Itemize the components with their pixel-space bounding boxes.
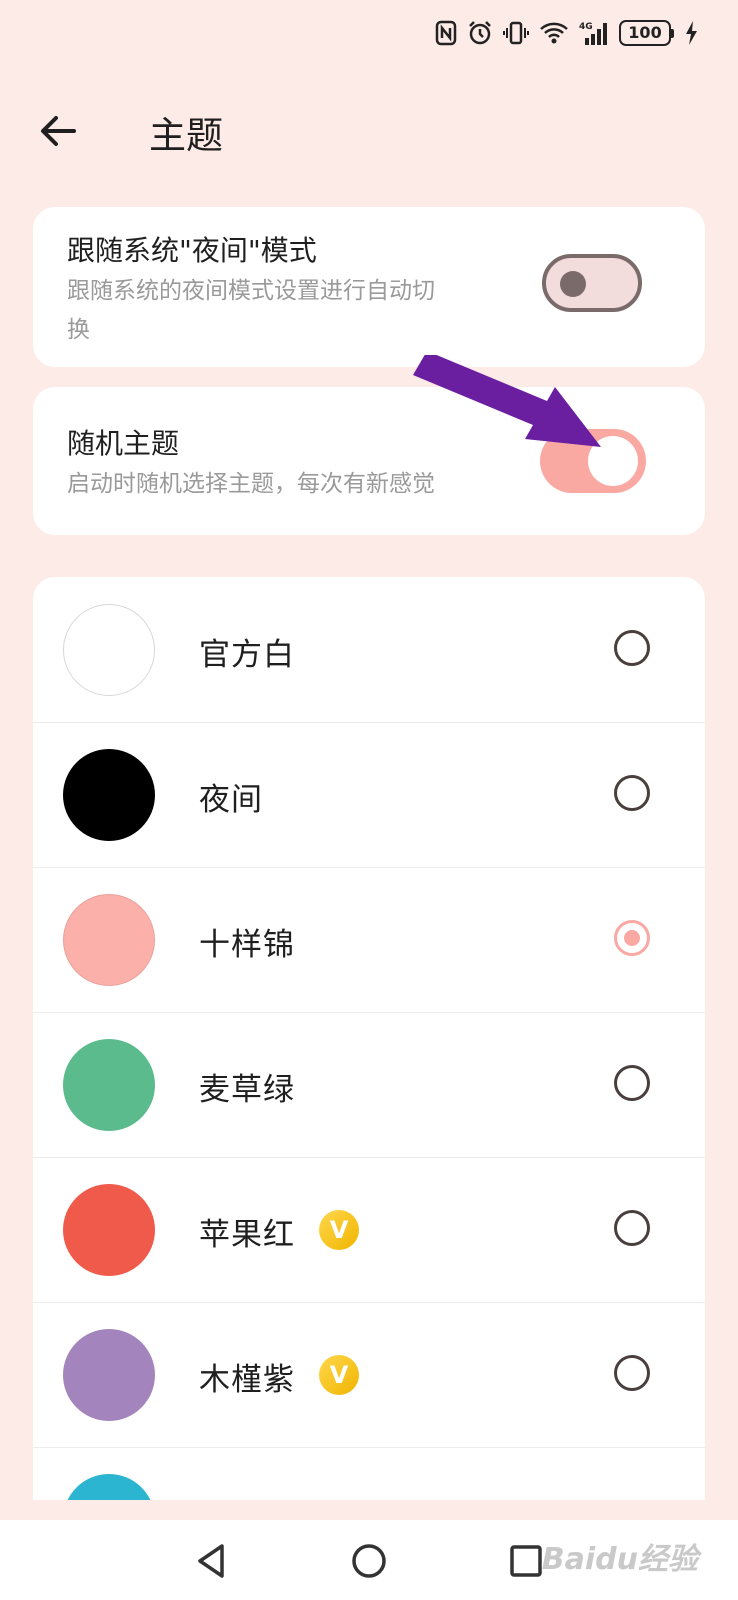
theme-row-wheat-green[interactable]: 麦草绿 [33,1012,705,1158]
theme-name: 苹果红 [199,1217,295,1253]
theme-list: 官方白 夜间 十样锦 麦草绿 苹果红 V 木槿紫 V [33,577,705,1500]
theme-row-hibiscus-purple[interactable]: 木槿紫 V [33,1302,705,1448]
theme-row-official-white[interactable]: 官方白 [33,577,705,723]
theme-row-apple-red[interactable]: 苹果红 V [33,1157,705,1303]
wifi-icon [539,21,569,45]
nfc-icon [435,20,457,46]
theme-row-brocade[interactable]: 十样锦 [33,867,705,1013]
theme-color-swatch [63,1184,155,1276]
battery-level: 100 [619,20,671,46]
theme-color-swatch [63,749,155,841]
setting-title: 跟随系统"夜间"模式 [67,234,317,267]
theme-color-swatch [63,604,155,696]
theme-name: 木槿紫 [199,1362,295,1398]
theme-row-cyan-partial[interactable] [33,1447,705,1500]
setting-description-line-1: 跟随系统的夜间模式设置进行自动切 [67,278,435,304]
svg-text:4G: 4G [579,22,593,32]
vip-badge-icon: V [319,1210,359,1250]
setting-follow-system-night-mode: 跟随系统"夜间"模式 跟随系统的夜间模式设置进行自动切 换 [33,207,705,367]
cellular-signal-icon: 4G [579,20,609,46]
back-button[interactable] [34,107,82,155]
theme-name: 麦草绿 [199,1072,295,1108]
page-title: 主题 [149,114,223,157]
app-header: 主题 [0,95,738,165]
alarm-icon [467,20,493,46]
nav-home-button[interactable] [346,1538,392,1584]
setting-title: 随机主题 [67,427,180,460]
theme-radio[interactable] [614,630,650,666]
charging-icon [684,20,698,46]
status-bar: 4G 100 [0,0,738,72]
nav-back-button[interactable] [190,1538,236,1584]
battery-indicator: 100 [619,20,674,46]
battery-tip [671,28,674,38]
status-icons: 4G 100 [435,20,698,46]
radio-dot [624,930,640,946]
theme-radio[interactable] [614,1210,650,1246]
theme-radio[interactable] [614,775,650,811]
theme-row-night[interactable]: 夜间 [33,722,705,868]
watermark: Baidu经验 [541,1542,698,1577]
setting-description: 启动时随机选择主题，每次有新感觉 [67,471,435,497]
theme-name: 官方白 [199,637,295,673]
theme-name: 十样锦 [199,927,295,963]
theme-radio[interactable] [614,1355,650,1391]
theme-color-swatch [63,1039,155,1131]
theme-radio[interactable] [614,1065,650,1101]
theme-color-swatch [63,894,155,986]
system-nav-bar: Baidu经验 [0,1520,738,1600]
vibrate-icon [503,20,529,46]
vip-badge-icon: V [319,1355,359,1395]
theme-color-swatch [63,1474,155,1500]
theme-radio-selected[interactable] [614,920,650,956]
triangle-back-icon [198,1544,224,1578]
night-mode-toggle[interactable] [542,254,642,312]
annotation-arrow-icon [413,355,601,447]
circle-home-icon [352,1544,386,1578]
toggle-knob [560,271,586,297]
theme-color-swatch [63,1329,155,1421]
back-arrow-icon [41,116,76,146]
setting-description-line-2: 换 [67,317,90,343]
theme-name: 夜间 [199,782,263,818]
